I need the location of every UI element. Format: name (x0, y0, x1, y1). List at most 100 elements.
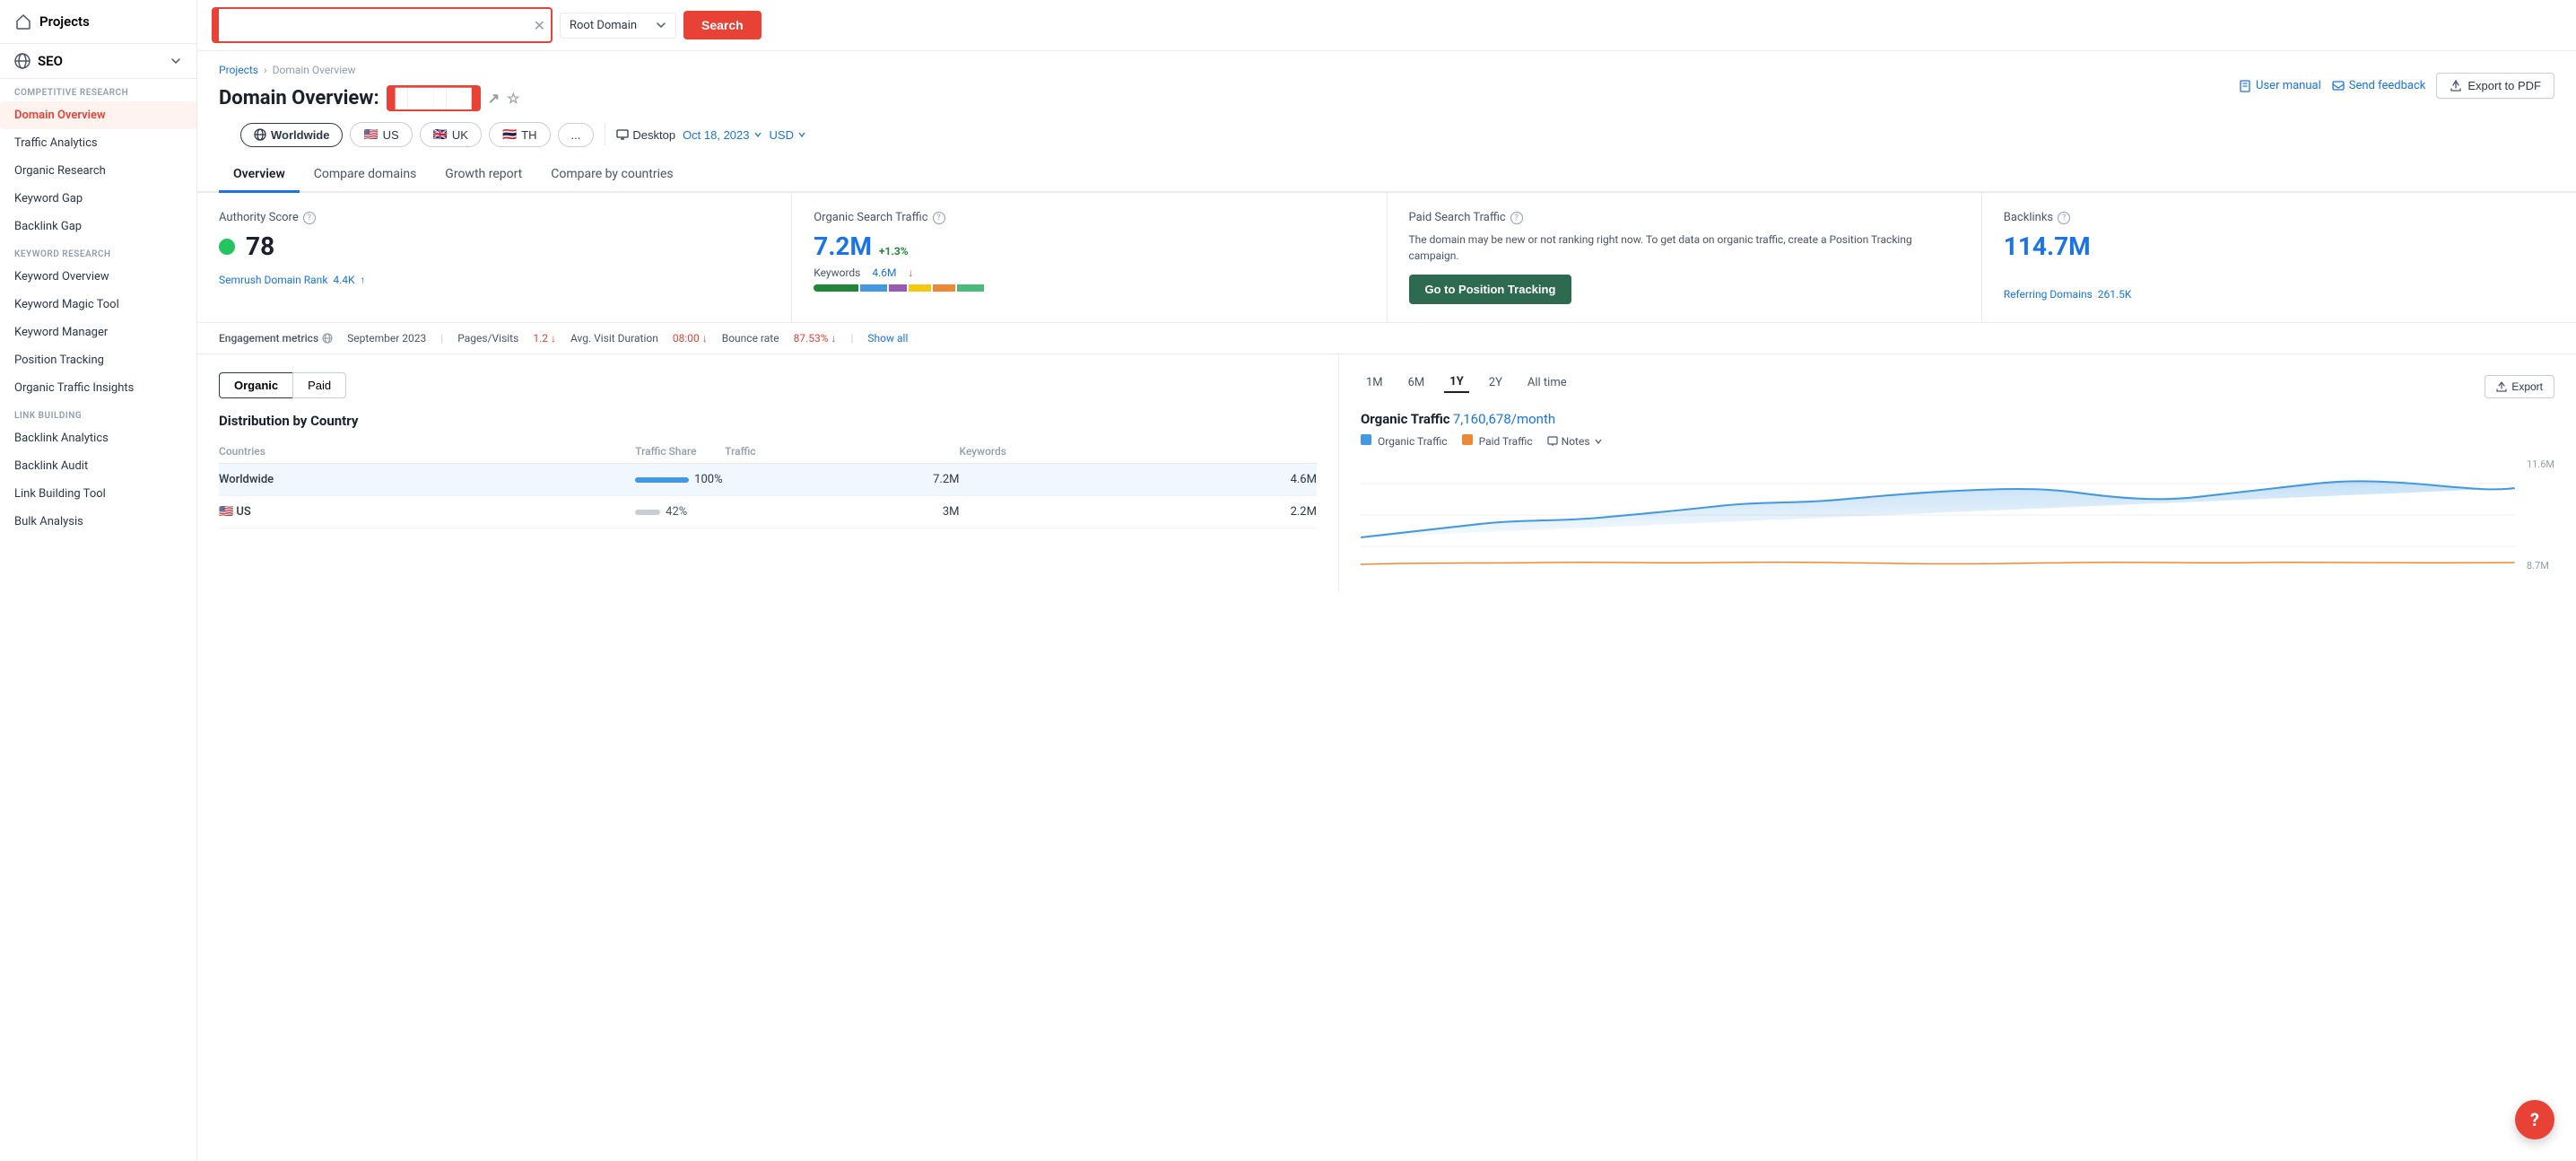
org-paid-tabs: Organic Paid (219, 372, 1317, 398)
y-label-bottom: 8.7M (2527, 560, 2554, 572)
chart-area: 11.6M 8.7M (1361, 457, 2554, 573)
date-label: Oct 18, 2023 (683, 128, 749, 142)
breadcrumb-projects[interactable]: Projects (219, 64, 258, 76)
tab-compare-countries[interactable]: Compare by countries (536, 158, 687, 193)
send-feedback-label: Send feedback (2349, 79, 2426, 92)
avg-duration-value: 08:00 ↓ (673, 332, 708, 345)
date-filter[interactable]: Oct 18, 2023 (683, 128, 761, 142)
tabs-bar: Overview Compare domains Growth report C… (197, 158, 2576, 193)
send-feedback-button[interactable]: Send feedback (2332, 79, 2426, 92)
bounce-trend: ↓ (831, 332, 836, 345)
go-to-position-tracking-button[interactable]: Go to Position Tracking (1409, 275, 1572, 304)
sidebar-item-bulk-analysis[interactable]: Bulk Analysis (0, 508, 196, 536)
sidebar-item-keyword-manager[interactable]: Keyword Manager (0, 319, 196, 346)
chevron-down-icon (797, 130, 806, 139)
organic-tab[interactable]: Organic (219, 372, 292, 398)
upload-icon (2450, 80, 2462, 92)
tab-growth-report[interactable]: Growth report (431, 158, 536, 193)
backlinks-info-icon[interactable]: ? (2058, 212, 2070, 224)
sidebar-item-backlink-audit[interactable]: Backlink Audit (0, 452, 196, 480)
sidebar-item-position-tracking[interactable]: Position Tracking (0, 346, 196, 374)
country-us: 🇺🇸 US (219, 496, 635, 528)
paid-tab[interactable]: Paid (292, 372, 346, 398)
worldwide-filter[interactable]: Worldwide (240, 123, 343, 147)
us-filter[interactable]: 🇺🇸 US (350, 122, 412, 147)
time-all[interactable]: All time (1522, 373, 1572, 392)
country-worldwide: Worldwide (219, 464, 635, 496)
external-link-icon[interactable]: ↗ (488, 90, 500, 107)
th-filter[interactable]: 🇹🇭 TH (489, 122, 551, 147)
worldwide-label: Worldwide (271, 128, 329, 142)
paid-info-icon[interactable]: ? (1510, 212, 1523, 224)
notes-button[interactable]: Notes (1547, 435, 1603, 448)
organic-traffic-card: Organic Search Traffic ? 7.2M +1.3% Keyw… (792, 193, 1387, 322)
backlinks-value: 114.7M (2004, 231, 2554, 261)
export-pdf-label: Export to PDF (2467, 79, 2541, 92)
clear-icon[interactable]: ✕ (528, 12, 551, 39)
filter-bar: Worldwide 🇺🇸 US 🇬🇧 UK 🇹🇭 TH ... (219, 122, 2554, 158)
pages-visits-label: Pages/Visits (457, 332, 518, 345)
show-all-button[interactable]: Show all (867, 332, 908, 345)
sidebar-item-keyword-overview[interactable]: Keyword Overview (0, 263, 196, 291)
breadcrumb: Projects › Domain Overview (219, 64, 519, 76)
help-button[interactable]: ? (2515, 1100, 2554, 1139)
flag-icon (1547, 436, 1558, 447)
upload-small-icon (2496, 381, 2507, 392)
traffic-share-us: 42% (635, 496, 725, 528)
tab-overview[interactable]: Overview (219, 158, 300, 193)
legend-paid: Paid Traffic (1462, 434, 1533, 448)
currency-label: USD (770, 128, 794, 142)
time-2y[interactable]: 2Y (1484, 373, 1508, 392)
authority-info-icon[interactable]: ? (303, 212, 316, 224)
authority-score-circle (219, 239, 235, 255)
export-pdf-button[interactable]: Export to PDF (2436, 73, 2554, 99)
table-row: Worldwide 100% 7.2M 4.6M (219, 464, 1317, 496)
sidebar-item-organic-research[interactable]: Organic Research (0, 157, 196, 185)
more-filters[interactable]: ... (558, 123, 595, 147)
organic-traffic-label: Organic Search Traffic ? (814, 211, 1364, 224)
us-flag: 🇺🇸 (363, 127, 378, 142)
domain-input[interactable] (219, 13, 528, 38)
backlinks-card: Backlinks ? 114.7M Referring Domains 261… (1982, 193, 2576, 322)
desktop-filter[interactable]: Desktop (616, 128, 675, 142)
pages-visits-value: 1.2 ↓ (533, 332, 556, 345)
traffic-worldwide: 7.2M (725, 464, 959, 496)
monitor-icon (616, 128, 629, 141)
col-countries: Countries (219, 440, 635, 464)
y-label-top: 11.6M (2527, 458, 2554, 470)
organic-info-icon[interactable]: ? (933, 212, 945, 224)
bar-seg-4 (909, 284, 931, 292)
sidebar-item-keyword-magic-tool[interactable]: Keyword Magic Tool (0, 291, 196, 319)
distribution-panel: Organic Paid Distribution by Country Cou… (197, 354, 1339, 591)
chart-export-button[interactable]: Export (2485, 375, 2554, 398)
distribution-table: Countries Traffic Share Traffic Keywords… (219, 440, 1317, 528)
sidebar-item-keyword-gap[interactable]: Keyword Gap (0, 185, 196, 213)
sidebar-seo-section[interactable]: SEO (0, 44, 196, 79)
sidebar-item-traffic-analytics[interactable]: Traffic Analytics (0, 129, 196, 157)
user-manual-button[interactable]: User manual (2239, 79, 2321, 92)
col-traffic-share: Traffic Share (635, 440, 725, 464)
currency-filter[interactable]: USD (770, 128, 806, 142)
sidebar-item-domain-overview[interactable]: Domain Overview (0, 101, 196, 129)
sidebar-projects[interactable]: Projects (0, 0, 196, 44)
search-button[interactable]: Search (683, 11, 761, 39)
paid-traffic-legend-dot (1462, 434, 1473, 445)
globe-small-icon (322, 333, 333, 344)
time-6m[interactable]: 6M (1403, 373, 1431, 392)
star-icon[interactable]: ☆ (507, 90, 519, 107)
sidebar-item-organic-traffic-insights[interactable]: Organic Traffic Insights (0, 374, 196, 402)
breadcrumb-separator: › (264, 64, 267, 76)
chevron-down-icon (170, 55, 182, 67)
uk-filter[interactable]: 🇬🇧 UK (420, 122, 482, 147)
sidebar-item-backlink-analytics[interactable]: Backlink Analytics (0, 424, 196, 452)
sidebar-item-link-building-tool[interactable]: Link Building Tool (0, 480, 196, 508)
backlinks-label: Backlinks ? (2004, 211, 2554, 224)
time-1y[interactable]: 1Y (1444, 372, 1469, 393)
content-area: Projects › Domain Overview Domain Overvi… (197, 51, 2576, 1161)
sidebar-item-backlink-gap[interactable]: Backlink Gap (0, 213, 196, 240)
tab-compare-domains[interactable]: Compare domains (300, 158, 431, 193)
chart-y-labels: 11.6M 8.7M (2527, 457, 2554, 573)
time-1m[interactable]: 1M (1361, 373, 1388, 392)
bar-seg-6 (957, 284, 984, 292)
domain-type-dropdown[interactable]: Root Domain (560, 13, 676, 39)
